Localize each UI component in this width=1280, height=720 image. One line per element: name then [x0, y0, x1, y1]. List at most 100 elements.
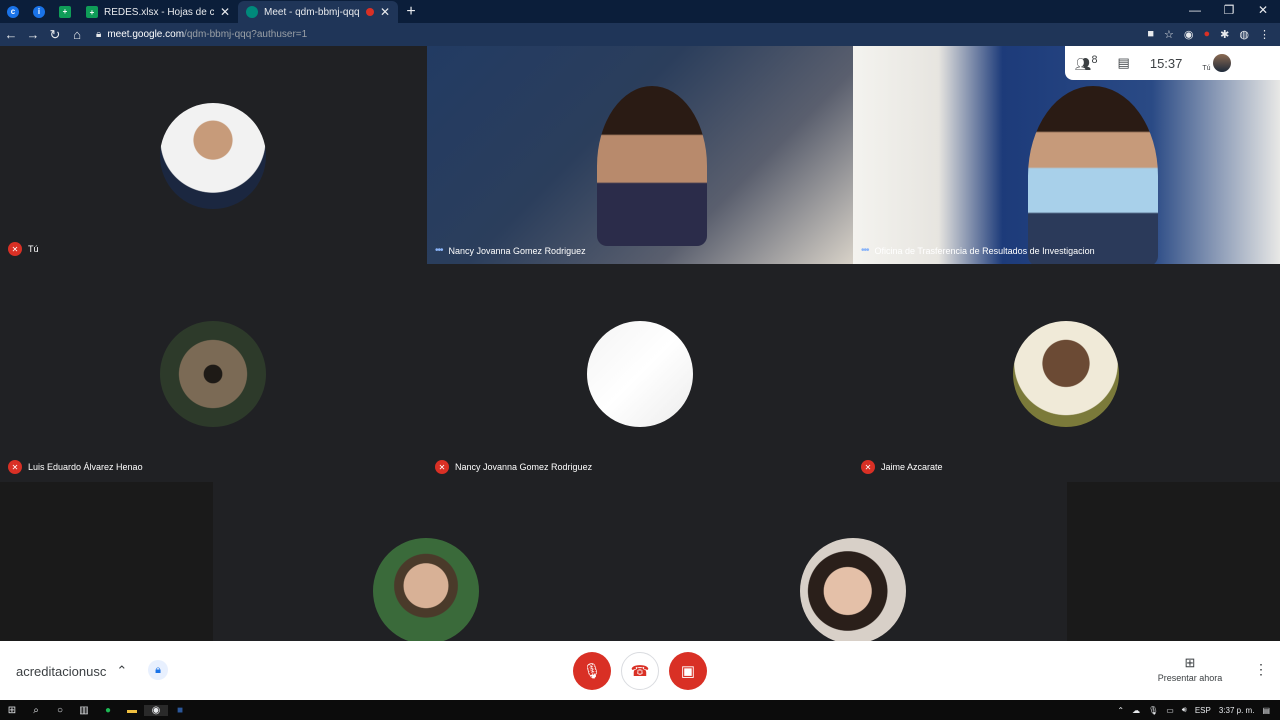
mic-off-icon: ✕ [8, 242, 22, 256]
pinned-tab-chrome[interactable]: c [0, 0, 26, 23]
close-window-button[interactable]: ✕ [1246, 0, 1280, 20]
tab-title: REDES.xlsx - Hojas de cálculo de [104, 6, 214, 18]
url-path: /qdm-bbmj-qqq?authuser=1 [184, 29, 308, 40]
record-extension-icon[interactable]: ● [1204, 28, 1211, 41]
participant-tile [640, 482, 1067, 641]
volume-icon[interactable]: 🔊︎ [1182, 705, 1187, 715]
mic-off-icon: ✕ [8, 460, 22, 474]
participant-tile: ✕ Tú [0, 46, 427, 264]
minimize-button[interactable]: — [1178, 0, 1212, 20]
lock-icon: 🔒︎ [96, 29, 102, 40]
mic-off-icon: ✕ [861, 460, 875, 474]
participant-tile: ✕ Nancy Jovanna Gomez Rodriguez [427, 264, 853, 482]
avatar [160, 321, 266, 427]
extension-icon[interactable]: ◉ [1184, 28, 1194, 41]
tab-meet[interactable]: Meet - qdm-bbmj-qqq ✕ [238, 1, 398, 23]
chrome-icon[interactable]: ◉ [144, 704, 168, 716]
hang-up-icon: ☎︎ [630, 663, 650, 680]
network-icon[interactable]: ▭ [1166, 706, 1174, 715]
windows-start-icon[interactable]: ⊞ [0, 705, 24, 716]
microphone-icon[interactable]: 🎙︎ [1148, 706, 1158, 715]
camera-toggle-button[interactable]: ▣ [669, 652, 707, 690]
windows-taskbar: ⊞ ⌕ ○ ▥ ● ▬ ◉ ■ ⌃ ☁ 🎙︎ ▭ 🔊︎ ESP 3:37 p. … [0, 700, 1280, 720]
tab-title: Meet - qdm-bbmj-qqq [264, 6, 360, 18]
task-view-icon[interactable]: ▥ [72, 705, 96, 716]
star-icon[interactable]: ☆ [1164, 28, 1174, 41]
cortana-icon[interactable]: ○ [48, 705, 72, 716]
browser-tab-strip: c i + + REDES.xlsx - Hojas de cálculo de… [0, 0, 1280, 23]
self-preview[interactable]: Tú [1202, 54, 1231, 72]
mic-off-icon: ✕ [435, 460, 449, 474]
menu-icon[interactable]: ⋮ [1259, 28, 1270, 41]
new-tab-button[interactable]: + [398, 1, 424, 23]
shield-lock-icon[interactable]: 🔒︎ [148, 660, 168, 680]
word-icon[interactable]: ■ [168, 705, 192, 716]
participant-name: ✕ Luis Eduardo Álvarez Henao [8, 460, 143, 474]
chat-icon[interactable]: ▤ [1118, 55, 1130, 71]
avatar [373, 538, 479, 641]
more-options-icon[interactable]: ••• [435, 245, 443, 256]
camera-icon[interactable]: ■ [1147, 28, 1154, 41]
participant-name: ✕ Nancy Jovanna Gomez Rodriguez [435, 460, 592, 474]
forward-icon[interactable]: → [22, 27, 44, 42]
chrome-icon: c [7, 5, 19, 18]
search-icon[interactable]: ⌕ [24, 705, 48, 716]
meeting-clock: 15:37 [1149, 55, 1183, 71]
profile-icon[interactable]: ◍ [1239, 28, 1249, 41]
avatar [800, 538, 906, 641]
chevron-up-icon[interactable]: ⌃ [116, 663, 127, 679]
tab-sheets[interactable]: + REDES.xlsx - Hojas de cálculo de ✕ [78, 1, 238, 23]
sheets-icon: + [59, 5, 71, 18]
avatar [160, 103, 266, 209]
notifications-icon[interactable]: ▤ [1262, 706, 1270, 715]
pinned-tab-sheets[interactable]: + [52, 0, 78, 23]
spotify-icon[interactable]: ● [96, 705, 120, 716]
more-options-icon[interactable]: ⋮ [1254, 661, 1268, 678]
cloud-icon[interactable]: ☁ [1132, 706, 1140, 715]
participant-video: ••• Nancy Jovanna Gomez Rodriguez [427, 46, 853, 264]
mic-toggle-button[interactable]: 🎙︎ [573, 652, 611, 690]
meet-control-bar: acreditacionusc ⌃ 🔒︎ 🎙︎ ☎︎ ▣ ⊞ Presentar… [0, 641, 1280, 700]
recording-icon [365, 8, 374, 16]
info-icon: i [33, 5, 45, 18]
back-icon[interactable]: ← [0, 27, 22, 42]
window-controls: — ❐ ✕ [1178, 0, 1280, 20]
avatar [1013, 321, 1119, 427]
sheets-icon: + [86, 6, 98, 18]
mic-off-icon: 🎙︎ [582, 663, 602, 680]
puzzle-icon[interactable]: ✱ [1220, 28, 1229, 41]
file-explorer-icon[interactable]: ▬ [120, 705, 144, 716]
chevron-up-icon[interactable]: ⌃ [1117, 706, 1124, 715]
people-icon[interactable]: 👥︎8 [1075, 54, 1098, 72]
close-tab-icon[interactable]: ✕ [380, 5, 390, 19]
participant-name: ✕ Jaime Azcarate [861, 460, 943, 474]
grid-filler [1067, 482, 1280, 641]
taskbar-clock[interactable]: 3:37 p. m. [1219, 706, 1255, 715]
pinned-tab-info[interactable]: i [26, 0, 52, 23]
present-icon: ⊞ [1184, 655, 1196, 670]
camera-off-icon: ▣ [680, 663, 696, 680]
url-host: meet.google.com [107, 29, 185, 40]
participant-tile: ✕ Luis Eduardo Álvarez Henao [0, 264, 427, 482]
participant-tile [213, 482, 640, 641]
participant-name: ••• Oficina de Trasferencia de Resultados… [861, 245, 1095, 256]
language-indicator[interactable]: ESP [1195, 706, 1211, 715]
meet-icon [246, 6, 258, 18]
leave-call-button[interactable]: ☎︎ [621, 652, 659, 690]
close-tab-icon[interactable]: ✕ [220, 5, 230, 19]
participant-tile: ✕ Jaime Azcarate [853, 264, 1280, 482]
participant-name: ••• Nancy Jovanna Gomez Rodriguez [435, 245, 586, 256]
browser-toolbar: ← → ↻ ⌂ 🔒︎ meet.google.com/qdm-bbmj-qqq?… [0, 23, 1280, 46]
meeting-code: acreditacionusc [16, 663, 107, 679]
avatar [587, 321, 693, 427]
meeting-info-bar: 👥︎8 ▤ 15:37 Tú [1065, 46, 1280, 80]
present-now-button[interactable]: ⊞ Presentar ahora [1150, 655, 1230, 683]
reload-icon[interactable]: ↻ [44, 27, 66, 43]
system-tray: ⌃ ☁ 🎙︎ ▭ 🔊︎ ESP 3:37 p. m. ▤ [1117, 705, 1280, 715]
address-bar[interactable]: 🔒︎ meet.google.com/qdm-bbmj-qqq?authuser… [96, 26, 1056, 44]
restore-button[interactable]: ❐ [1212, 0, 1246, 20]
video-person [1028, 86, 1158, 264]
home-icon[interactable]: ⌂ [66, 27, 88, 42]
more-options-icon[interactable]: ••• [861, 245, 869, 256]
meeting-details[interactable]: acreditacionusc ⌃ [16, 663, 127, 679]
